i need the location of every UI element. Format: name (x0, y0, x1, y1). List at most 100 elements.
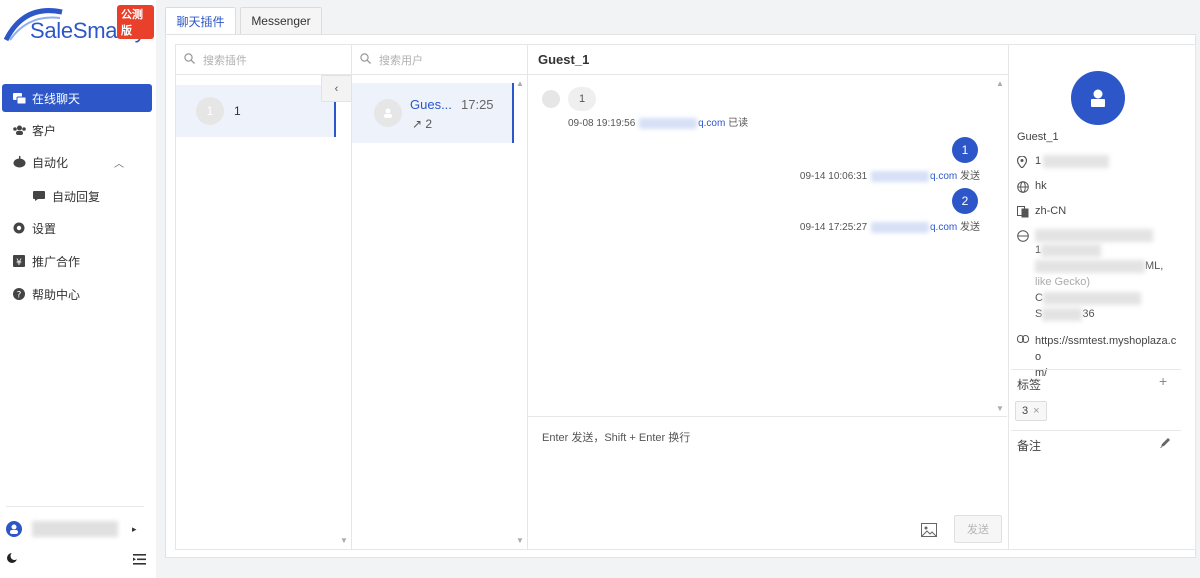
search-icon (184, 52, 195, 67)
customer-profile-panel: Guest_1 1 hk zh-CN 1 ML, like Gecko) C S… (1009, 45, 1196, 549)
location-pin-icon (1016, 155, 1029, 169)
message-status: 发送 (960, 222, 980, 233)
customer-user-agent: 1 ML, like Gecko) C S 36 (1017, 229, 1163, 322)
divider (1011, 369, 1181, 370)
message-meta: 09-14 17:25:27 q.com 发送 (800, 218, 980, 233)
sidebar-item-label: 自动化 (32, 155, 69, 170)
help-icon: ? (12, 287, 26, 301)
users-icon (12, 123, 26, 137)
chat-title: Guest_1 (528, 45, 1008, 75)
plugin-scrollbar[interactable]: ▼ (337, 75, 351, 549)
ua-redacted (1035, 259, 1145, 273)
send-button[interactable]: 发送 (954, 515, 1002, 543)
user-search[interactable]: 搜索用户 (352, 45, 527, 75)
tab-chat-plugin[interactable]: 聊天插件 (165, 7, 236, 35)
message-bubble: 2 (952, 188, 978, 214)
tags-label: 标签 (1017, 378, 1042, 392)
user-scrollbar[interactable]: ▲ ▼ (513, 75, 527, 549)
sidebar-item-label: 设置 (32, 221, 57, 236)
close-icon[interactable]: × (1033, 405, 1039, 417)
message-meta: 09-14 10:06:31 q.com 发送 (800, 167, 980, 182)
url-line-1[interactable]: https://ssmtest.myshoplaza.co (1035, 333, 1181, 365)
message-scrollbar[interactable]: ▲ ▼ (993, 75, 1007, 417)
sidebar-item-auto-reply[interactable]: 自动回复 (2, 182, 152, 210)
image-upload-icon[interactable] (921, 523, 937, 539)
app-root: SaleSmartly 公测版 在线聊天 客户 自动化 ︿ 自动回复 设置 ¥ … (0, 0, 1200, 578)
svg-text:¥: ¥ (16, 258, 22, 267)
message-composer-input[interactable]: Enter 发送，Shift + Enter 换行 (542, 429, 690, 445)
collapse-menu-icon[interactable] (133, 554, 146, 568)
tag-chip[interactable]: 3 × (1015, 401, 1047, 421)
search-icon (360, 52, 371, 67)
scroll-down-icon[interactable]: ▼ (996, 404, 1004, 413)
user-avatar-icon (374, 99, 402, 127)
plugin-search[interactable]: 搜索插件 (176, 45, 351, 75)
add-tag-button[interactable]: + (1159, 373, 1167, 389)
sidebar-item-settings[interactable]: 设置 (2, 214, 152, 242)
message-time: 09-14 10:06:31 (799, 171, 868, 182)
user-visit-count: ↗ 2 (412, 117, 433, 131)
sidebar-user[interactable]: ▸ (6, 518, 146, 540)
customer-language: zh-CN (1017, 205, 1066, 218)
beta-badge: 公测版 (117, 5, 154, 39)
link-icon (1017, 334, 1029, 346)
user-avatar-icon (6, 521, 22, 537)
message-email[interactable]: q.com (930, 222, 957, 233)
translate-icon (1017, 206, 1029, 218)
edit-pencil-icon[interactable] (1159, 437, 1171, 452)
customer-location: 1 (1016, 155, 1110, 169)
email-redacted (639, 117, 698, 129)
ua-fragment: 36 (1082, 308, 1095, 320)
message-status: 发送 (960, 171, 980, 182)
user-list-panel: 搜索用户 Gues... 17:25 ↗ 2 ▲ ▼ (352, 45, 528, 549)
moon-icon[interactable] (6, 552, 19, 567)
sidebar-item-affiliate[interactable]: ¥ 推广合作 (2, 247, 152, 275)
user-name-redacted (32, 521, 118, 537)
user-search-input[interactable]: 搜索用户 (379, 52, 423, 68)
ua-line-5: S 36 (1035, 306, 1163, 322)
ua-line-1: 1 (1035, 242, 1163, 258)
sidebar: SaleSmartly 公测版 在线聊天 客户 自动化 ︿ 自动回复 设置 ¥ … (0, 0, 156, 578)
tag-label: 3 (1022, 405, 1029, 417)
message-bubble: 1 (952, 137, 978, 163)
customer-source-url: https://ssmtest.myshoplaza.co m/ (1017, 333, 1181, 381)
browser-globe-icon (1017, 230, 1029, 242)
message-meta: 09-08 19:19:56 q.com 已读 (568, 114, 748, 129)
sidebar-divider (6, 506, 144, 507)
globe-icon (1017, 181, 1029, 193)
region-text: hk (1035, 180, 1047, 192)
tab-messenger[interactable]: Messenger (240, 7, 322, 34)
user-list-item[interactable]: Gues... 17:25 ↗ 2 (352, 83, 514, 143)
scroll-up-icon[interactable]: ▲ (516, 79, 524, 88)
message-time: 09-08 19:19:56 (568, 118, 636, 129)
plugin-list-panel: 搜索插件 1 1 ‹ ▼ (176, 45, 352, 549)
user-agent-text: 1 ML, like Gecko) C S 36 (1017, 242, 1163, 322)
location-redacted (1043, 155, 1110, 168)
customer-avatar-icon (1071, 71, 1125, 125)
sidebar-item-customers[interactable]: 客户 (2, 116, 152, 144)
plugin-search-input[interactable]: 搜索插件 (203, 52, 247, 68)
yen-icon: ¥ (12, 254, 26, 268)
sidebar-item-label: 帮助中心 (32, 287, 81, 302)
message-status: 已读 (728, 118, 749, 129)
message-email[interactable]: q.com (698, 118, 725, 129)
ua-line-2: ML, (1035, 258, 1163, 274)
user-last-time: 17:25 (461, 97, 494, 112)
guest-avatar-icon (542, 90, 560, 108)
scroll-down-icon[interactable]: ▼ (516, 536, 524, 545)
sidebar-item-help[interactable]: ? 帮助中心 (2, 280, 152, 308)
sidebar-item-automation[interactable]: 自动化 ︿ (2, 148, 152, 176)
notes-label: 备注 (1017, 439, 1042, 453)
message-email[interactable]: q.com (930, 171, 957, 182)
page-scrollbar[interactable] (1183, 40, 1195, 556)
scroll-up-icon[interactable]: ▲ (996, 79, 1004, 88)
message-incoming: 1 (542, 87, 596, 111)
scroll-down-icon[interactable]: ▼ (340, 536, 348, 545)
chevron-up-icon[interactable]: ︿ (114, 155, 124, 170)
ua-fragment: S (1035, 308, 1043, 320)
plugin-list-item[interactable]: 1 1 (176, 85, 336, 137)
ua-line-3: like Gecko) (1035, 276, 1091, 288)
plugin-avatar: 1 (196, 97, 224, 125)
sidebar-item-live-chat[interactable]: 在线聊天 (2, 84, 152, 112)
message-bubble: 1 (568, 87, 596, 111)
